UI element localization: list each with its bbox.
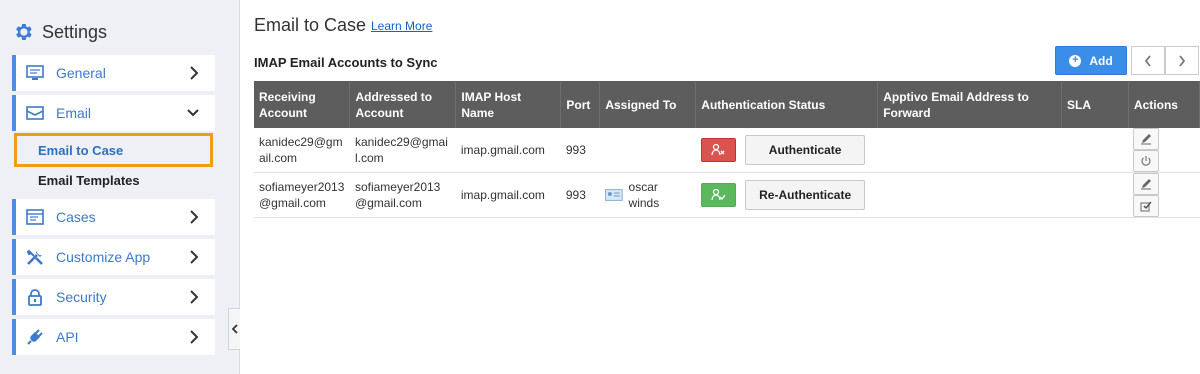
chevron-right-icon bbox=[190, 66, 199, 80]
page-title: Email to Case bbox=[254, 15, 367, 35]
auth-status-cell: Re-Authenticate bbox=[695, 172, 878, 218]
column-header[interactable]: Apptivo Email Address to Forward bbox=[877, 81, 1062, 128]
addressed-account-cell: kanidec29@gmail.com bbox=[349, 128, 456, 173]
column-header[interactable]: Addressed to Account bbox=[349, 81, 457, 128]
envelope-icon bbox=[26, 105, 44, 121]
assigned-to-name[interactable]: oscar winds bbox=[629, 179, 691, 211]
pencil-icon bbox=[1141, 134, 1152, 145]
column-header[interactable]: Assigned To bbox=[599, 81, 697, 128]
sla-cell bbox=[1061, 172, 1129, 218]
chevron-right-icon bbox=[190, 330, 199, 344]
addressed-account-cell: sofiameyer2013@gmail.com bbox=[349, 172, 456, 218]
sidebar-item-security[interactable]: Security bbox=[12, 279, 215, 315]
plus-icon: + bbox=[1069, 54, 1082, 67]
cases-icon bbox=[26, 209, 44, 225]
tools-icon bbox=[26, 249, 44, 265]
add-button[interactable]: + Add bbox=[1055, 46, 1127, 75]
auth-failed-icon bbox=[700, 138, 736, 162]
port-cell: 993 bbox=[560, 172, 600, 218]
sidebar-item-general[interactable]: General bbox=[12, 55, 215, 91]
column-header[interactable]: Authentication Status bbox=[695, 81, 879, 128]
authenticate-button[interactable]: Authenticate bbox=[745, 135, 866, 165]
sidebar: Settings General Email Email to Case Ema… bbox=[0, 0, 240, 374]
contact-card-icon bbox=[604, 189, 623, 201]
column-header[interactable]: SLA bbox=[1061, 81, 1129, 128]
monitor-icon bbox=[26, 65, 44, 81]
actions-cell bbox=[1128, 172, 1200, 218]
table-row: kanidec29@gmail.com kanidec29@gmail.com … bbox=[254, 128, 1200, 173]
sidebar-collapse-handle[interactable] bbox=[228, 308, 240, 350]
chevron-left-icon bbox=[231, 324, 238, 334]
chevron-down-icon bbox=[187, 109, 199, 117]
next-page-button[interactable] bbox=[1165, 46, 1199, 75]
sidebar-subitem-label: Email to Case bbox=[38, 142, 124, 158]
chevron-left-icon bbox=[1144, 54, 1151, 67]
table-header-row: Receiving Account Addressed to Account I… bbox=[254, 81, 1200, 128]
assigned-to-cell: oscar winds bbox=[599, 172, 696, 218]
pencil-icon bbox=[1141, 179, 1152, 190]
column-header: Actions bbox=[1128, 81, 1200, 128]
table-row: sofiameyer2013@gmail.com sofiameyer2013@… bbox=[254, 172, 1200, 218]
re-authenticate-button[interactable]: Re-Authenticate bbox=[745, 180, 866, 210]
forward-address-cell bbox=[877, 172, 1062, 218]
sidebar-item-label: General bbox=[56, 65, 106, 81]
port-cell: 993 bbox=[560, 128, 600, 173]
enable-button[interactable] bbox=[1133, 195, 1160, 217]
power-icon bbox=[1141, 156, 1152, 166]
sla-cell bbox=[1061, 128, 1129, 173]
forward-address-cell bbox=[877, 128, 1062, 173]
auth-success-icon bbox=[700, 183, 736, 207]
column-header[interactable]: Receiving Account bbox=[254, 81, 351, 128]
app-root: Settings General Email Email to Case Ema… bbox=[0, 0, 1200, 374]
actions-cell bbox=[1128, 128, 1200, 173]
host-cell: imap.gmail.com bbox=[455, 172, 561, 218]
edit-button[interactable] bbox=[1133, 128, 1160, 150]
email-accounts-table: Receiving Account Addressed to Account I… bbox=[254, 81, 1200, 218]
main-content: Email to Case Learn More IMAP Email Acco… bbox=[240, 0, 1200, 374]
chevron-right-icon bbox=[1179, 54, 1186, 67]
sidebar-subitem-label: Email Templates bbox=[38, 172, 140, 188]
chevron-right-icon bbox=[190, 210, 199, 224]
learn-more-link[interactable]: Learn More bbox=[371, 19, 432, 33]
chevron-right-icon bbox=[190, 290, 199, 304]
auth-status-cell: Authenticate bbox=[695, 128, 878, 173]
receiving-account-cell: kanidec29@gmail.com bbox=[254, 128, 350, 173]
sidebar-item-label: Security bbox=[56, 289, 107, 305]
sidebar-title: Settings bbox=[42, 21, 108, 42]
add-button-label: Add bbox=[1089, 53, 1113, 68]
gear-icon bbox=[16, 24, 32, 40]
disable-button[interactable] bbox=[1133, 150, 1160, 172]
sidebar-item-customize-app[interactable]: Customize App bbox=[12, 239, 215, 275]
column-header[interactable]: IMAP Host Name bbox=[455, 81, 562, 128]
sidebar-header: Settings bbox=[12, 20, 107, 44]
host-cell: imap.gmail.com bbox=[455, 128, 561, 173]
lock-icon bbox=[26, 288, 44, 306]
sidebar-item-label: Email bbox=[56, 105, 92, 121]
sidebar-item-label: API bbox=[56, 329, 79, 345]
sidebar-subitem-email-to-case[interactable]: Email to Case bbox=[14, 133, 213, 167]
column-header[interactable]: Port bbox=[560, 81, 601, 128]
checkbox-edit-icon bbox=[1140, 201, 1152, 212]
sidebar-item-label: Cases bbox=[56, 209, 96, 225]
previous-page-button[interactable] bbox=[1131, 46, 1165, 75]
sidebar-item-email[interactable]: Email bbox=[12, 95, 215, 131]
sidebar-item-api[interactable]: API bbox=[12, 319, 215, 355]
sidebar-item-label: Customize App bbox=[56, 249, 151, 265]
sidebar-subitem-email-templates[interactable]: Email Templates bbox=[14, 163, 213, 197]
plug-icon bbox=[26, 329, 44, 345]
assigned-to-cell bbox=[599, 128, 696, 173]
section-title: IMAP Email Accounts to Sync bbox=[254, 55, 438, 70]
chevron-right-icon bbox=[190, 250, 199, 264]
receiving-account-cell: sofiameyer2013@gmail.com bbox=[254, 172, 350, 218]
edit-button[interactable] bbox=[1133, 173, 1160, 195]
sidebar-item-cases[interactable]: Cases bbox=[12, 199, 215, 235]
